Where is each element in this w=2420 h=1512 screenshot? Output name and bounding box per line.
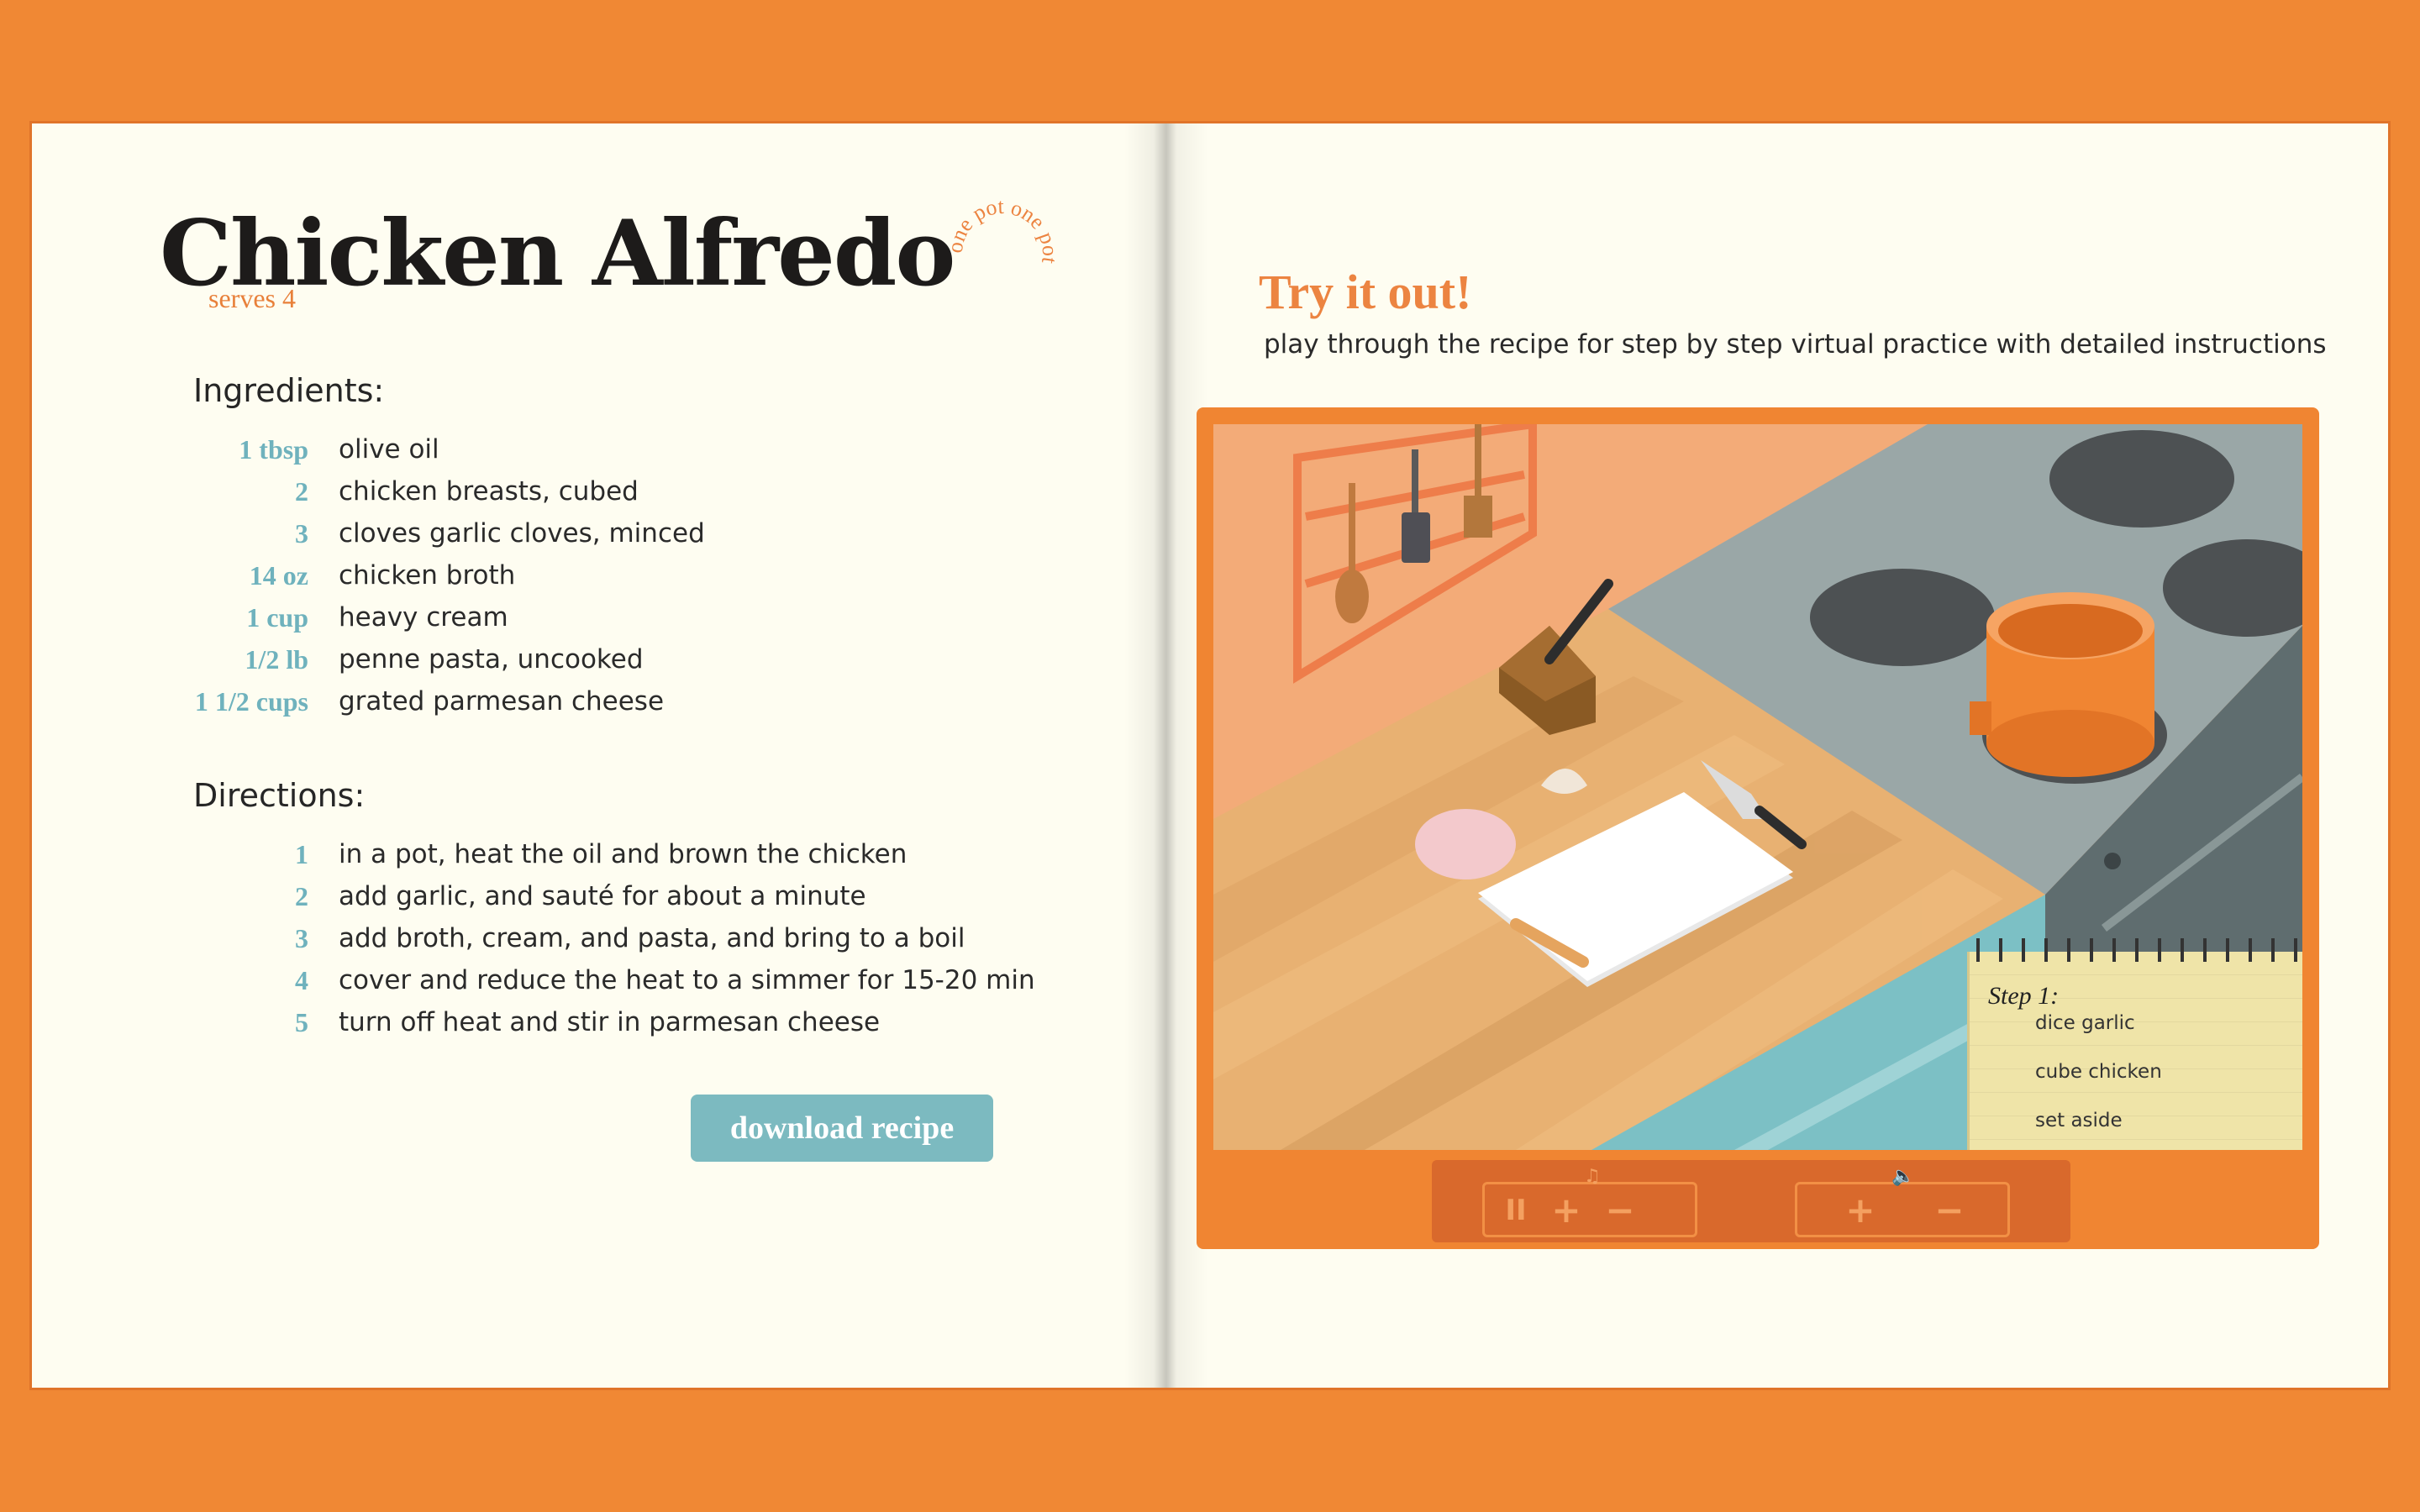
practice-game-frame: Step 1: dice garlic cube chicken set asi… xyxy=(1197,407,2319,1249)
direction-text: add garlic, and sauté for about a minute xyxy=(339,881,866,911)
sound-volume-up-button[interactable]: + xyxy=(1839,1191,1881,1230)
ingredient-row: 1 1/2 cups grated parmesan cheese xyxy=(158,680,1040,722)
direction-number: 2 xyxy=(295,880,308,911)
music-volume-down-button[interactable]: − xyxy=(1599,1191,1641,1230)
direction-text: in a pot, heat the oil and brown the chi… xyxy=(339,839,908,869)
direction-text: turn off heat and stir in parmesan chees… xyxy=(339,1007,881,1037)
chicken-breast-icon xyxy=(1415,809,1516,879)
notepad-spiral xyxy=(1970,938,2302,962)
step-item-2: cube chicken xyxy=(2035,1061,2162,1083)
direction-row: 4 cover and reduce the heat to a simmer f… xyxy=(158,959,1040,1001)
direction-row: 5 turn off heat and stir in parmesan chee… xyxy=(158,1001,1040,1043)
music-controls: ♫ II + − xyxy=(1482,1166,1697,1237)
ingredient-name: chicken breasts, cubed xyxy=(339,476,639,507)
game-controls-bar: ♫ II + − 🔈 + − xyxy=(1432,1160,2070,1242)
burner-back-left xyxy=(2049,430,2234,528)
recipe-book: Chicken Alfredo serves 4 one pot one pot… xyxy=(32,123,2388,1388)
practice-subtitle: play through the recipe for step by step… xyxy=(1264,329,2327,360)
ingredient-row: 14 oz chicken broth xyxy=(158,554,1040,596)
direction-text: cover and reduce the heat to a simmer fo… xyxy=(339,965,1035,995)
speaker-icon: 🔈 xyxy=(1891,1166,1915,1187)
ingredient-name: cloves garlic cloves, minced xyxy=(339,518,705,549)
ingredient-name: olive oil xyxy=(339,434,439,465)
music-note-icon: ♫ xyxy=(1584,1166,1601,1187)
direction-row: 2 add garlic, and sauté for about a minut… xyxy=(158,875,1040,917)
step-label: Step 1: xyxy=(1988,982,2060,1010)
ingredient-name: penne pasta, uncooked xyxy=(339,644,644,675)
direction-number: 5 xyxy=(295,1006,308,1037)
ingredient-quantity: 3 xyxy=(295,517,308,549)
step-item-1: dice garlic xyxy=(2035,1012,2135,1034)
step-notepad: Step 1: dice garlic cube chicken set asi… xyxy=(1967,938,2302,1150)
direction-number: 3 xyxy=(295,922,308,953)
direction-number: 4 xyxy=(295,964,308,995)
direction-number: 1 xyxy=(295,838,308,869)
download-recipe-button[interactable]: download recipe xyxy=(691,1095,993,1162)
ingredient-quantity: 1 1/2 cups xyxy=(194,685,308,717)
practice-title: Try it out! xyxy=(1259,265,1472,319)
book-spine xyxy=(1124,123,1208,1388)
kitchen-scene[interactable]: Step 1: dice garlic cube chicken set asi… xyxy=(1213,424,2302,1150)
pause-button[interactable]: II xyxy=(1495,1191,1537,1230)
ingredients-heading: Ingredients: xyxy=(193,372,385,409)
serves-label: serves 4 xyxy=(208,283,296,313)
ingredient-name: chicken broth xyxy=(339,560,516,591)
ingredient-quantity: 1 tbsp xyxy=(239,433,308,465)
ingredient-quantity: 1 cup xyxy=(246,601,308,633)
ingredient-quantity: 2 xyxy=(295,475,308,507)
ingredient-quantity: 14 oz xyxy=(249,559,308,591)
sound-controls: 🔈 + − xyxy=(1795,1166,2010,1237)
ingredient-name: grated parmesan cheese xyxy=(339,686,665,717)
step-item-3: set aside xyxy=(2035,1110,2123,1131)
ingredients-list: 1 tbsp olive oil 2 chicken breasts, cubed 3 c… xyxy=(158,428,1040,722)
burner-front-left xyxy=(1810,569,1995,666)
direction-row: 3 add broth, cream, and pasta, and bring … xyxy=(158,917,1040,959)
direction-row: 1 in a pot, heat the oil and brown the ch… xyxy=(158,833,1040,875)
orange-pot-icon xyxy=(1970,592,2154,777)
ingredient-row: 2 chicken breasts, cubed xyxy=(158,470,1040,512)
directions-heading: Directions: xyxy=(193,777,366,814)
ingredient-row: 1/2 lb penne pasta, uncooked xyxy=(158,638,1040,680)
ingredient-row: 1 tbsp olive oil xyxy=(158,428,1040,470)
direction-text: add broth, cream, and pasta, and bring t… xyxy=(339,923,965,953)
one-pot-badge: one pot one pot xyxy=(943,194,1063,266)
ingredient-name: heavy cream xyxy=(339,602,508,633)
ingredient-quantity: 1/2 lb xyxy=(245,643,308,675)
sound-volume-down-button[interactable]: − xyxy=(1928,1191,1970,1230)
directions-list: 1 in a pot, heat the oil and brown the ch… xyxy=(158,833,1040,1043)
music-volume-up-button[interactable]: + xyxy=(1545,1191,1587,1230)
ingredient-row: 1 cup heavy cream xyxy=(158,596,1040,638)
badge-text: one pot one pot xyxy=(943,194,1063,266)
ingredient-row: 3 cloves garlic cloves, minced xyxy=(158,512,1040,554)
